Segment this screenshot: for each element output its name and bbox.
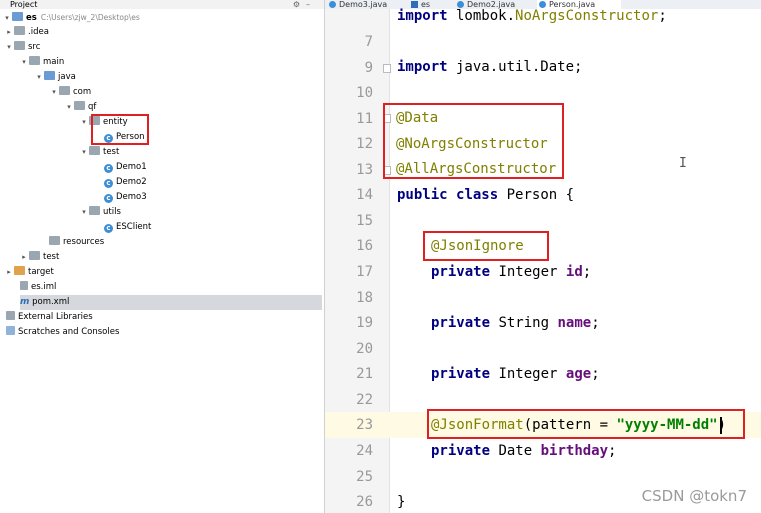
tree-item-demo2[interactable]: c Demo2 [104, 175, 147, 190]
file-icon [20, 281, 28, 290]
entity-highlight-box [91, 114, 149, 145]
folder-icon [14, 266, 25, 275]
tree-item-java[interactable]: ▾ java [34, 70, 76, 85]
tree-item-es-iml[interactable]: es.iml [20, 280, 56, 295]
fold-marker-icon[interactable] [383, 64, 391, 73]
tree-item-qf[interactable]: ▾ qf [64, 100, 96, 115]
folder-icon [12, 12, 23, 21]
class-declaration: public class Person { [397, 187, 575, 203]
lombok-annotations-highlight-box [383, 103, 564, 179]
class-icon: c [104, 224, 113, 233]
tree-item-utils[interactable]: ▾ utils [79, 205, 121, 220]
gear-icon[interactable]: ⚙ [293, 0, 306, 9]
line-number: 7 [364, 34, 373, 50]
maven-file-icon: m [20, 297, 30, 307]
line-number: 15 [356, 213, 373, 229]
jsonformat-highlight-box [427, 409, 745, 439]
field-id: private Integer id; [431, 264, 592, 280]
tree-item-target[interactable]: ▸ target [4, 265, 54, 280]
watermark: CSDN @tokn7 [641, 487, 747, 505]
line-number: 13 [356, 162, 373, 178]
folder-icon [44, 71, 55, 80]
line-number: 25 [356, 469, 373, 485]
tree-item-test-package[interactable]: ▾ test [79, 145, 119, 160]
line-number: 24 [356, 443, 373, 459]
field-name: private String name; [431, 315, 600, 331]
line-number: 23 [356, 417, 373, 433]
tree-item-resources[interactable]: resources [49, 235, 104, 250]
line-number: 19 [356, 315, 373, 331]
line-number: 21 [356, 366, 373, 382]
project-panel-header: Project ⚙– [0, 0, 324, 9]
class-icon: c [104, 179, 113, 188]
class-icon: c [104, 194, 113, 203]
line-number: 18 [356, 290, 373, 306]
tab-demo3[interactable]: Demo3.java [327, 0, 405, 9]
line-number: 10 [356, 85, 373, 101]
class-icon [539, 1, 546, 8]
line-number: 20 [356, 341, 373, 357]
tree-item-src[interactable]: ▾ src [4, 40, 40, 55]
line-number: 12 [356, 136, 373, 152]
tree-item-pom-xml[interactable]: m pom.xml [20, 295, 322, 310]
tree-item-test[interactable]: ▸ test [19, 250, 59, 265]
project-panel: Project ⚙– ▾ es C:\Users\zjw_2\Desktop\es … [0, 0, 325, 513]
folder-icon [29, 56, 40, 65]
code-line: import java.util.Date; [397, 59, 583, 75]
folder-icon [29, 251, 40, 260]
maven-file-icon [411, 1, 418, 8]
library-icon [6, 311, 15, 320]
scratches-icon [6, 326, 15, 335]
tree-item-demo3[interactable]: c Demo3 [104, 190, 147, 205]
package-icon [89, 146, 100, 155]
tree-item-scratches[interactable]: Scratches and Consoles [6, 325, 119, 340]
tree-item-com[interactable]: ▾ com [49, 85, 91, 100]
package-icon [89, 206, 100, 215]
ibeam-cursor-icon: I [679, 156, 687, 171]
line-number: 14 [356, 187, 373, 203]
minus-icon[interactable]: – [306, 0, 316, 9]
class-icon [457, 1, 464, 8]
class-icon: c [104, 164, 113, 173]
field-age: private Integer age; [431, 366, 600, 382]
line-number: 16 [356, 238, 373, 254]
line-number: 26 [356, 494, 373, 510]
folder-icon [14, 26, 25, 35]
package-icon [74, 101, 85, 110]
line-number: 22 [356, 392, 373, 408]
folder-icon [14, 41, 25, 50]
package-icon [59, 86, 70, 95]
class-icon [329, 1, 336, 8]
tree-item-demo1[interactable]: c Demo1 [104, 160, 147, 175]
project-panel-title[interactable]: Project [10, 0, 37, 9]
line-number: 11 [356, 111, 373, 127]
jsonignore-highlight-box [423, 231, 549, 261]
code-line: import lombok.NoArgsConstructor; [397, 8, 667, 24]
line-number: 17 [356, 264, 373, 280]
tree-item-main[interactable]: ▾ main [19, 55, 64, 70]
folder-icon [49, 236, 60, 245]
tree-item-idea[interactable]: ▸ .idea [4, 25, 49, 40]
line-number: 9 [364, 60, 373, 76]
closing-brace: } [397, 494, 406, 510]
field-birthday: private Date birthday; [431, 443, 617, 459]
tree-item-es[interactable]: ▾ es C:\Users\zjw_2\Desktop\es [2, 10, 140, 25]
tree-item-esclient[interactable]: c ESClient [104, 220, 151, 235]
tree-item-external-libraries[interactable]: External Libraries [6, 310, 93, 325]
